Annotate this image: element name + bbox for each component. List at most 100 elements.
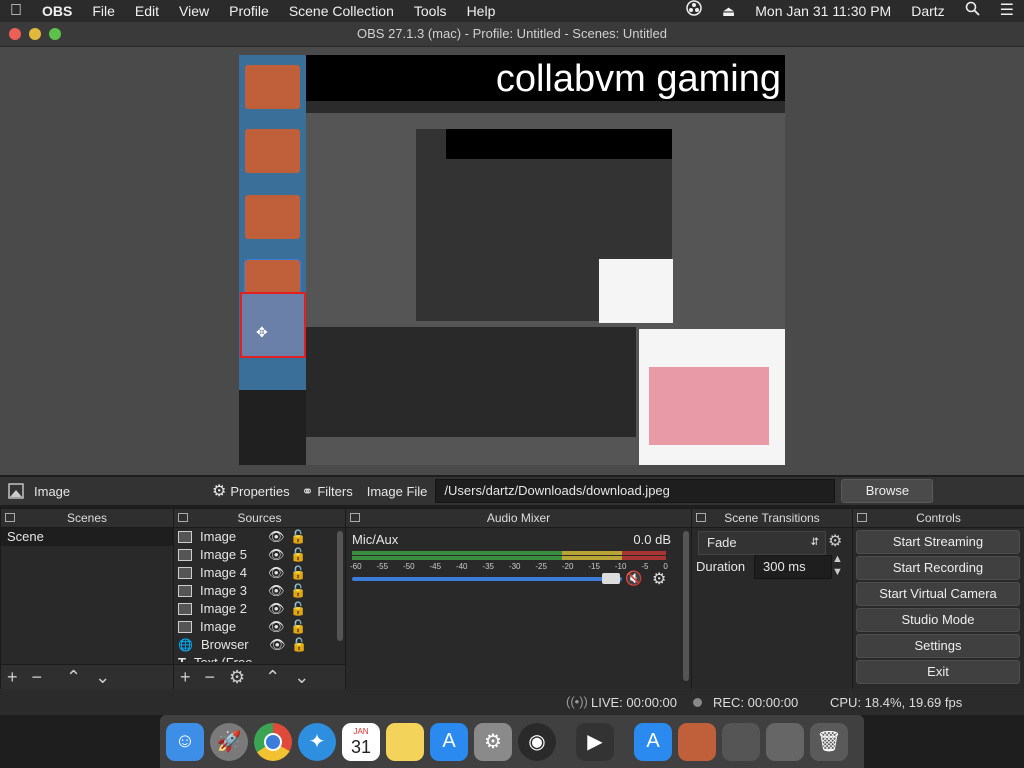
lock-icon[interactable]: 🔓 [291,636,307,654]
image-file-label: Image File [366,483,428,499]
sources-scrollbar[interactable] [337,531,343,641]
source-properties-gear-icon[interactable]: ⚙ [229,667,245,688]
undock-icon[interactable] [5,513,15,522]
preview-canvas[interactable]: ✥ collabvm gaming [239,55,785,465]
eye-icon[interactable]: 👁 [268,528,290,546]
lock-icon[interactable]: 🔓 [290,546,306,564]
lock-icon[interactable]: 🔓 [290,582,306,600]
launchpad-icon[interactable]: 🚀 [210,722,248,761]
eject-icon[interactable]: ⏏ [712,0,745,22]
menu-view[interactable]: View [169,0,219,22]
selected-source-box[interactable] [240,292,306,358]
lock-icon[interactable]: 🔓 [290,600,306,618]
source-row[interactable]: Image 3 👁 🔓 [174,582,345,600]
calendar-icon[interactable]: JAN 31 [342,722,380,761]
source-row[interactable]: Image 2 👁 🔓 [174,600,345,618]
duration-stepper-down[interactable]: ▼ [832,566,843,578]
chrome-icon[interactable] [254,722,292,761]
obs-tray-icon[interactable] [676,0,712,22]
remove-source-button[interactable]: − [205,667,216,688]
properties-button[interactable]: ⚙ Properties [206,477,296,505]
add-scene-button[interactable]: + [7,667,18,688]
exit-button[interactable]: Exit [856,660,1020,684]
volume-slider[interactable] [352,577,622,581]
settings-button[interactable]: Settings [856,634,1020,658]
app-store-icon[interactable]: A [430,722,468,761]
transition-type-select[interactable]: Fade ⇵ [698,531,826,555]
video-player-icon[interactable]: ▶ [576,722,614,761]
source-row[interactable]: Image 5 👁 🔓 [174,546,345,564]
screenshot-thumbnail-icon[interactable] [722,722,760,761]
image-file-path-field[interactable]: /Users/dartz/Downloads/download.jpeg [435,479,836,503]
system-preferences-icon[interactable]: ⚙ [474,722,512,761]
source-label: Image 2 [200,601,247,616]
undock-icon[interactable] [178,513,188,522]
select-arrows-icon: ⇵ [810,537,819,548]
notes-icon[interactable] [386,722,424,761]
transition-gear-icon[interactable]: ⚙ [828,531,842,551]
source-row[interactable]: 🌐 Browser 👁 🔓 [174,636,345,654]
menu-edit[interactable]: Edit [125,0,169,22]
trash-icon[interactable]: 🗑 [810,722,848,761]
audio-mixer-dock-header: Audio Mixer [346,509,691,528]
source-label: Text (Free [194,654,262,662]
eye-icon[interactable]: 👁 [268,564,290,582]
start-virtual-camera-button[interactable]: Start Virtual Camera [856,582,1020,606]
app-store-downloads-icon[interactable]: A [634,722,672,761]
source-row[interactable]: T Text (Free [174,654,345,662]
menu-file[interactable]: File [82,0,125,22]
volume-slider-handle[interactable] [602,573,620,584]
screenshot-thumbnail-icon[interactable] [766,722,804,761]
menubar-clock[interactable]: Mon Jan 31 11:30 PM [745,0,901,22]
source-row[interactable]: Image 4 👁 🔓 [174,564,345,582]
apple-menu-icon[interactable]:  [0,0,32,22]
source-label: Image 4 [200,565,247,580]
add-source-button[interactable]: + [180,667,191,688]
mixer-gear-icon[interactable]: ⚙ [652,569,666,589]
eye-icon[interactable]: 👁 [268,600,290,618]
move-source-down-button[interactable]: ⌄ [294,667,309,688]
finder-icon[interactable]: ☺ [166,722,204,761]
duration-field[interactable]: 300 ms [754,555,832,579]
selected-source-name: Image [34,483,71,499]
menu-scene-collection[interactable]: Scene Collection [279,0,404,22]
downloads-image-icon[interactable] [678,722,716,761]
lock-icon[interactable]: 🔓 [290,528,306,546]
undock-icon[interactable] [857,513,867,522]
eye-icon[interactable]: 👁 [268,618,290,636]
lock-icon[interactable]: 🔓 [290,618,306,636]
studio-mode-button[interactable]: Studio Mode [856,608,1020,632]
start-streaming-button[interactable]: Start Streaming [856,530,1020,554]
source-row[interactable]: Image 👁 🔓 [174,528,345,546]
filters-button[interactable]: ⚭ Filters [296,477,359,505]
menu-tools[interactable]: Tools [404,0,457,22]
eye-icon[interactable]: 👁 [268,546,290,564]
scene-item[interactable]: Scene [1,528,173,546]
undock-icon[interactable] [696,513,706,522]
obs-icon[interactable]: ◉ [518,722,556,761]
sources-list: Image 👁 🔓 Image 5 👁 🔓 Image 4 👁 🔓 Image 3 👁 🔓 Im… [174,528,345,662]
menu-profile[interactable]: Profile [219,0,279,22]
spotlight-search-icon[interactable] [955,0,990,22]
undock-icon[interactable] [350,513,360,522]
menubar-user[interactable]: Dartz [901,0,954,22]
duration-stepper-up[interactable]: ▲ [832,553,843,565]
lock-icon[interactable]: 🔓 [290,564,306,582]
muted-speaker-icon[interactable]: 🔇 [625,570,642,587]
browse-button[interactable]: Browse [841,479,934,503]
menu-app-obs[interactable]: OBS [32,0,82,22]
mixer-scrollbar[interactable] [683,531,689,681]
eye-icon[interactable]: 👁 [268,582,290,600]
control-center-icon[interactable]: ☰ [990,0,1024,22]
source-label: Image 5 [200,547,247,562]
safari-icon[interactable]: ✦ [298,722,336,761]
source-row[interactable]: Image 👁 🔓 [174,618,345,636]
start-recording-button[interactable]: Start Recording [856,556,1020,580]
eye-icon[interactable]: 👁 [269,636,291,654]
move-source-up-button[interactable]: ⌃ [265,667,280,688]
move-scene-down-button[interactable]: ⌄ [95,667,110,688]
menu-help[interactable]: Help [457,0,506,22]
move-scene-up-button[interactable]: ⌃ [66,667,81,688]
remove-scene-button[interactable]: − [32,667,43,688]
scenes-dock-header: Scenes [1,509,173,528]
